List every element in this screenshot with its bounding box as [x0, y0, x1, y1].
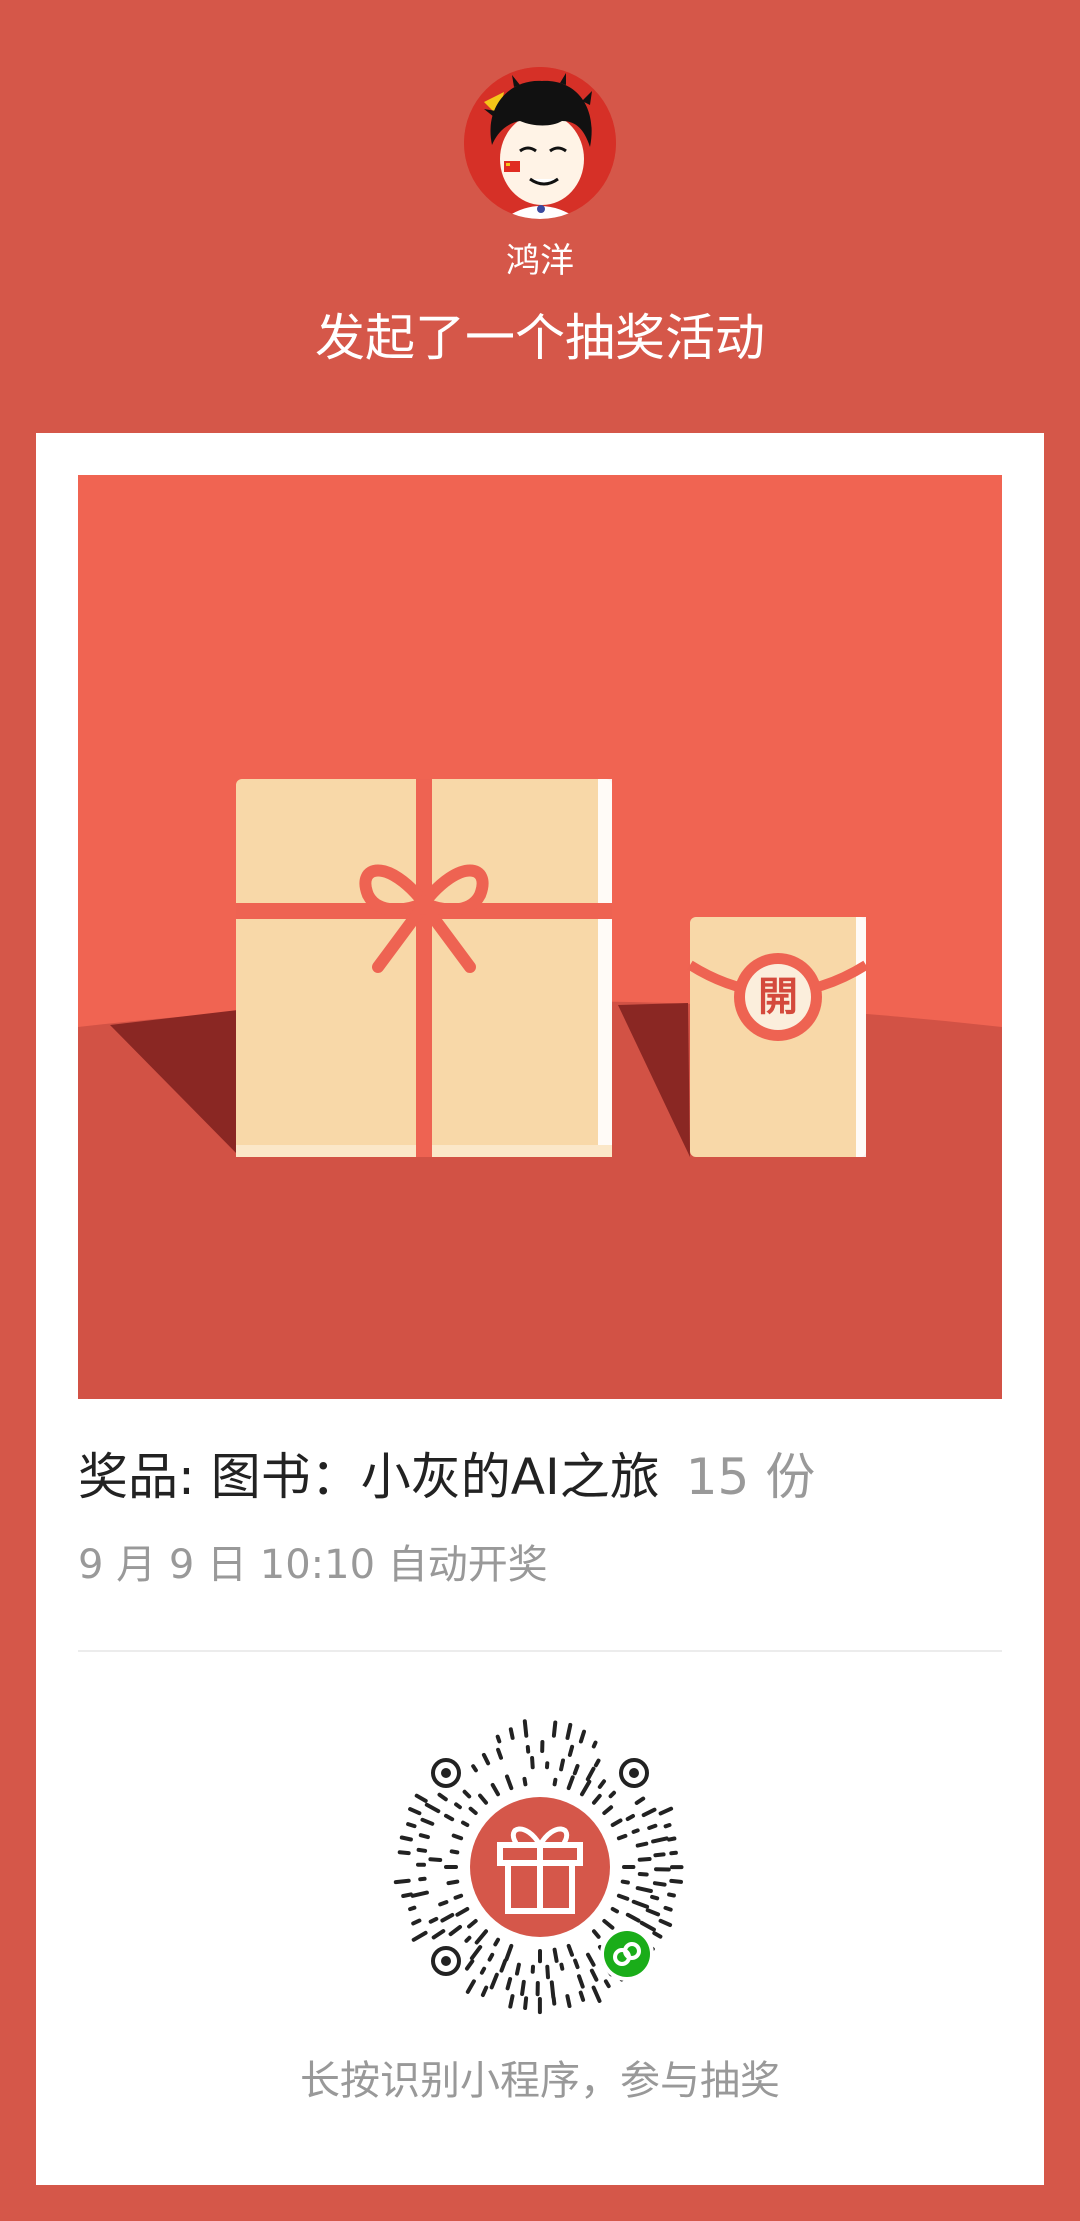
prize-line: 奖品: 图书：小灰的AI之旅 15 份 — [78, 1441, 1008, 1513]
scan-hint: 长按识别小程序，参与抽奖 — [300, 2058, 780, 2104]
divider — [78, 1650, 1002, 1652]
prize-label: 奖品: 图书：小灰的AI之旅 — [78, 1448, 660, 1506]
lottery-card[interactable]: 開 奖品: 图书：小灰的AI之旅 15 份 9 月 9 日 10:10 自动开奖 — [36, 433, 1044, 2185]
red-packet-seal-text: 開 — [758, 973, 798, 1020]
prize-count: 15 份 — [685, 1448, 816, 1506]
headline: 发起了一个抽奖活动 — [315, 309, 765, 367]
username: 鸿洋 — [506, 241, 574, 281]
lottery-share-page: 鸿洋 发起了一个抽奖活动 開 奖品: 图书：小灰的AI之旅 15 份 9 月 9… — [0, 0, 1080, 2221]
draw-time: 9 月 9 日 10:10 自动开奖 — [78, 1542, 548, 1588]
miniprogram-code[interactable] — [390, 1717, 690, 2017]
gift-illustration: 開 — [78, 475, 1002, 1399]
miniprogram-link-icon — [600, 1927, 654, 1981]
header: 鸿洋 发起了一个抽奖活动 — [0, 0, 1080, 430]
avatar[interactable] — [464, 67, 616, 219]
cartoon-avatar-icon — [464, 67, 616, 219]
